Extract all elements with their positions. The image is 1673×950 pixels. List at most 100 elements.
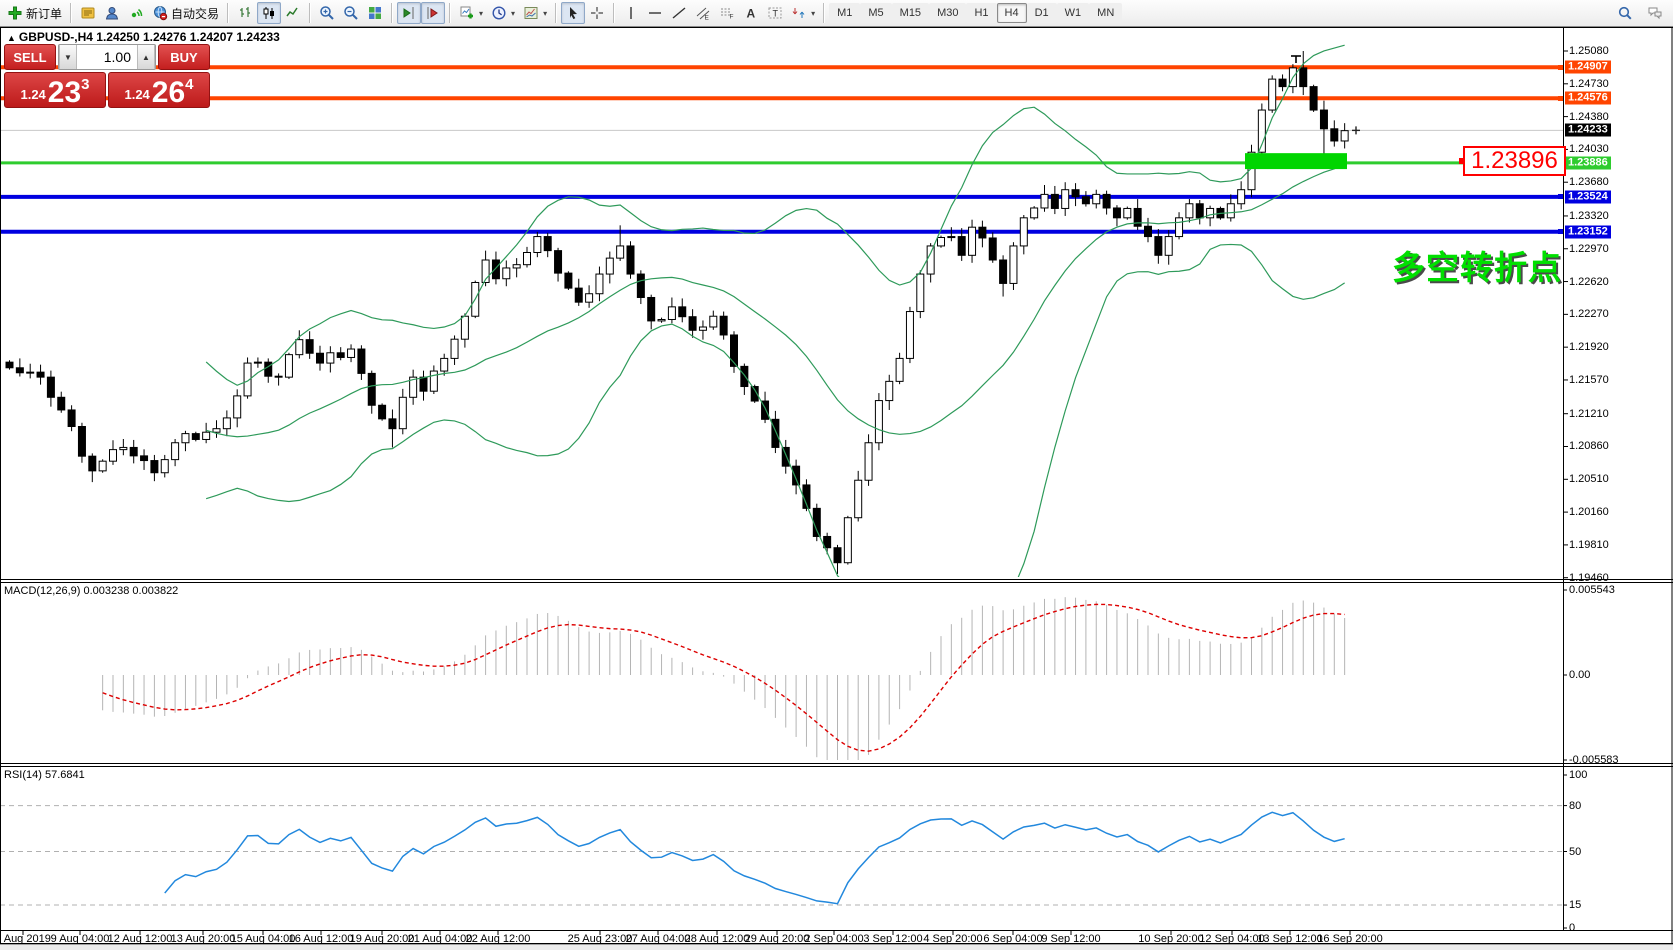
volume-input[interactable] <box>77 45 137 69</box>
market-watch-icon <box>80 5 96 21</box>
macd-indicator-label: MACD(12,26,9) 0.003238 0.003822 <box>4 585 178 597</box>
bottom-strip <box>0 944 1673 950</box>
candle-chart-button[interactable] <box>257 2 281 24</box>
horizontal-line-button[interactable] <box>643 2 667 24</box>
market-watch-button[interactable] <box>76 2 100 24</box>
crosshair-icon <box>589 5 605 21</box>
arrow-tools-icon <box>791 5 807 21</box>
chart-annotation-text[interactable]: 多空转折点 <box>1392 241 1562 289</box>
tile-windows-button[interactable] <box>363 2 387 24</box>
symbol-name: GBPUSD-,H4 <box>19 30 93 44</box>
toolbar-separator <box>70 3 72 23</box>
volume-increase-button[interactable]: ▲ <box>137 45 155 69</box>
template-chart-button[interactable]: ▾ <box>519 2 551 24</box>
tile-windows-icon <box>367 5 383 21</box>
vertical-line-button[interactable] <box>619 2 643 24</box>
chart-canvas[interactable] <box>0 0 1673 950</box>
new-order-button[interactable]: 新订单 <box>3 2 66 24</box>
sell-price-prefix: 1.24 <box>20 87 45 102</box>
timeframe-m15-button[interactable]: M15 <box>892 3 929 23</box>
zoom-out-icon <box>343 5 359 21</box>
svg-text:F: F <box>730 14 734 21</box>
mt4-terminal-window: 新订单自动交易▾▾▾EFAT▾M1M5M15M30H1H4D1W1MN 1.25… <box>0 0 1673 950</box>
add-chart-dropdown-icon[interactable]: ▾ <box>479 9 483 18</box>
volume-stepper: ▼ ▲ <box>58 44 156 70</box>
callout-anchor-icon <box>1459 158 1465 164</box>
buy-price-big: 26 <box>152 80 185 106</box>
rsi-indicator-label: RSI(14) 57.6841 <box>4 769 85 781</box>
bar-chart-icon <box>237 5 253 21</box>
timeframe-h1-button[interactable]: H1 <box>966 3 996 23</box>
sell-button[interactable]: SELL <box>4 44 56 70</box>
rsi-pane <box>0 806 1563 905</box>
main-toolbar: 新订单 自动交易 ▾ ▾ ▾ E F A T ▾ M1M5M15M30H1H4D1W1MN <box>0 0 1673 27</box>
search-button[interactable] <box>1613 2 1637 24</box>
new-order-icon <box>7 5 23 21</box>
toolbar-right-icons <box>1613 2 1667 24</box>
arrow-tools-dropdown-icon[interactable]: ▾ <box>811 9 815 18</box>
crosshair-button[interactable] <box>585 2 609 24</box>
sell-price-pip: 3 <box>81 76 89 93</box>
fibonacci-button[interactable]: F <box>715 2 739 24</box>
chat-icon <box>1647 5 1663 21</box>
autotrading-label: 自动交易 <box>171 5 219 22</box>
candles-layer <box>6 51 1348 574</box>
cursor-button[interactable] <box>561 2 585 24</box>
auto-scroll-button[interactable] <box>397 2 421 24</box>
autotrading-button[interactable]: 自动交易 <box>148 2 223 24</box>
chart-shift-button[interactable] <box>421 2 445 24</box>
sell-price-display[interactable]: 1.24233 <box>4 72 106 108</box>
svg-text:E: E <box>705 15 710 22</box>
timeframe-m30-button[interactable]: M30 <box>929 3 966 23</box>
toolbar-separator <box>823 3 825 23</box>
timeframe-mn-button[interactable]: MN <box>1089 3 1122 23</box>
timeframe-w1-button[interactable]: W1 <box>1057 3 1090 23</box>
add-chart-button[interactable]: ▾ <box>455 2 487 24</box>
macd-pane <box>103 597 1345 774</box>
text-label-button[interactable]: T <box>763 2 787 24</box>
period-clock-button[interactable]: ▾ <box>487 2 519 24</box>
timeframe-m1-button[interactable]: M1 <box>829 3 860 23</box>
buy-button[interactable]: BUY <box>158 44 210 70</box>
timeframe-d1-button[interactable]: D1 <box>1027 3 1057 23</box>
zoom-in-icon <box>319 5 335 21</box>
text-button[interactable]: A <box>739 2 763 24</box>
channel-button[interactable]: E <box>691 2 715 24</box>
auto-scroll-icon <box>401 5 417 21</box>
chat-button[interactable] <box>1643 2 1667 24</box>
toolbar-separator <box>449 3 451 23</box>
text-icon: A <box>743 5 759 21</box>
sell-price-big: 23 <box>48 80 81 106</box>
svg-text:A: A <box>747 7 756 21</box>
chart-shift-icon <box>425 5 441 21</box>
alerts-icon <box>128 5 144 21</box>
timeframe-m5-button[interactable]: M5 <box>860 3 891 23</box>
timeframe-h4-button[interactable]: H4 <box>997 3 1027 23</box>
period-clock-icon <box>491 5 507 21</box>
toolbar-separator <box>555 3 557 23</box>
period-clock-dropdown-icon[interactable]: ▾ <box>511 9 515 18</box>
highlight-zone-rectangle <box>1245 153 1347 169</box>
price-callout-box[interactable]: 1.23896 <box>1463 146 1566 176</box>
fibonacci-icon: F <box>719 5 735 21</box>
volume-decrease-button[interactable]: ▼ <box>59 45 77 69</box>
template-chart-dropdown-icon[interactable]: ▾ <box>543 9 547 18</box>
alerts-button[interactable] <box>124 2 148 24</box>
zoom-in-button[interactable] <box>315 2 339 24</box>
add-chart-icon <box>459 5 475 21</box>
toolbar-separator <box>391 3 393 23</box>
toolbar-separator <box>227 3 229 23</box>
svg-text:T: T <box>773 9 779 19</box>
bollinger-bands <box>206 45 1345 627</box>
buy-price-pip: 4 <box>185 76 193 93</box>
line-chart-button[interactable] <box>281 2 305 24</box>
candle-chart-icon <box>261 5 277 21</box>
buy-price-display[interactable]: 1.24264 <box>108 72 210 108</box>
vertical-line-icon <box>623 5 639 21</box>
community-button[interactable] <box>100 2 124 24</box>
zoom-out-button[interactable] <box>339 2 363 24</box>
trend-line-button[interactable] <box>667 2 691 24</box>
bar-chart-button[interactable] <box>233 2 257 24</box>
autotrading-icon <box>152 5 168 21</box>
arrow-tools-button[interactable]: ▾ <box>787 2 819 24</box>
